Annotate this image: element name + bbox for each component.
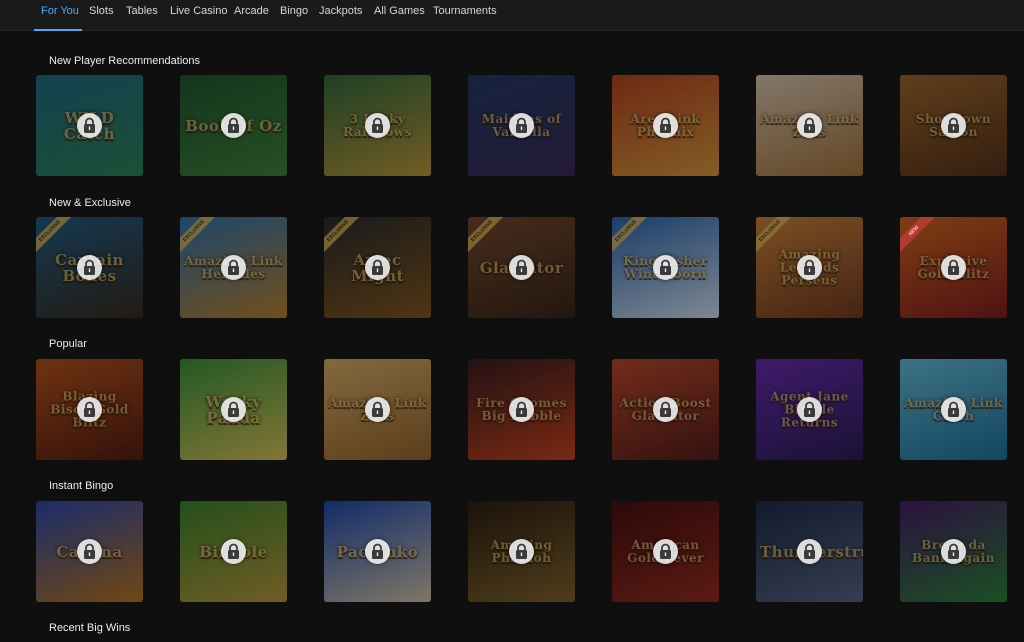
lock-icon bbox=[77, 397, 102, 422]
lock-icon bbox=[77, 113, 102, 138]
lock-icon bbox=[365, 255, 390, 280]
game-tile[interactable]: Bingole bbox=[180, 501, 287, 602]
game-tile[interactable]: Amazing Pharaoh bbox=[468, 501, 575, 602]
lock-icon bbox=[797, 255, 822, 280]
lock-icon bbox=[653, 539, 678, 564]
lock-icon bbox=[365, 113, 390, 138]
tab-jackpots[interactable]: Jackpots bbox=[319, 0, 362, 31]
lock-icon bbox=[509, 539, 534, 564]
lock-icon bbox=[653, 255, 678, 280]
lock-icon bbox=[941, 539, 966, 564]
game-tile[interactable]: Aztec MightEXCLUSIVE bbox=[324, 217, 431, 318]
lock-icon bbox=[797, 113, 822, 138]
tab-bingo[interactable]: Bingo bbox=[280, 0, 308, 31]
game-tile[interactable]: Catrina bbox=[36, 501, 143, 602]
game-tile[interactable]: Book of Oz bbox=[180, 75, 287, 176]
game-tile[interactable]: Break da Bank Again bbox=[900, 501, 1007, 602]
lock-icon bbox=[221, 255, 246, 280]
game-tile[interactable]: Maidens of Valhalla bbox=[468, 75, 575, 176]
game-tile[interactable]: Action Boost Gladiator bbox=[612, 359, 719, 460]
game-tile[interactable]: Explosive Gold BlitzNEW bbox=[900, 217, 1007, 318]
game-tile[interactable]: Amazing Link Zeus bbox=[324, 359, 431, 460]
lock-icon bbox=[941, 113, 966, 138]
section-title-new-exclusive: New & Exclusive bbox=[49, 197, 131, 209]
section-title-new-player-recommendations: New Player Recommendations bbox=[49, 55, 201, 67]
game-tile[interactable]: Amazing Link Catch bbox=[900, 359, 1007, 460]
lock-icon bbox=[509, 113, 534, 138]
tab-arcade[interactable]: Arcade bbox=[234, 0, 269, 31]
game-tile[interactable]: Wacky Panda bbox=[180, 359, 287, 460]
lock-icon bbox=[509, 255, 534, 280]
game-tile[interactable]: Amazing Link Zeus bbox=[756, 75, 863, 176]
lock-icon bbox=[77, 255, 102, 280]
section-title-popular: Popular bbox=[49, 338, 87, 350]
game-tile[interactable]: WILD Catch bbox=[36, 75, 143, 176]
game-tile[interactable]: King Fisher WinterbornEXCLUSIVE bbox=[612, 217, 719, 318]
lock-icon bbox=[221, 113, 246, 138]
tab-tables[interactable]: Tables bbox=[126, 0, 158, 31]
game-tile[interactable]: Fire Gnomes Big Bubble bbox=[468, 359, 575, 460]
game-tile[interactable]: Agent Jane Blonde Returns bbox=[756, 359, 863, 460]
game-tile[interactable]: Thunderstruck bbox=[756, 501, 863, 602]
lock-icon bbox=[653, 397, 678, 422]
game-tile[interactable]: Amazing Link HerculesEXCLUSIVE bbox=[180, 217, 287, 318]
lock-icon bbox=[797, 397, 822, 422]
game-tile[interactable]: Captain BonesEXCLUSIVE bbox=[36, 217, 143, 318]
section-title-instant-bingo: Instant Bingo bbox=[49, 480, 114, 492]
tab-slots[interactable]: Slots bbox=[89, 0, 113, 31]
tab-for-you[interactable]: For You bbox=[41, 0, 79, 31]
game-tile[interactable]: Amazing Legends PerseusEXCLUSIVE bbox=[756, 217, 863, 318]
game-tile[interactable]: Blazing Bison Gold Blitz bbox=[36, 359, 143, 460]
lock-icon bbox=[797, 539, 822, 564]
active-tab-indicator bbox=[34, 29, 82, 31]
game-tile[interactable]: GladiatorEXCLUSIVE bbox=[468, 217, 575, 318]
tab-all-games[interactable]: All Games bbox=[374, 0, 425, 31]
lock-icon bbox=[77, 539, 102, 564]
game-tile[interactable]: 3 Lucky Rainbows bbox=[324, 75, 431, 176]
lock-icon bbox=[221, 539, 246, 564]
lock-icon bbox=[509, 397, 534, 422]
game-tile[interactable]: Area Link Phoenix bbox=[612, 75, 719, 176]
lock-icon bbox=[365, 397, 390, 422]
tab-live-casino[interactable]: Live Casino bbox=[170, 0, 227, 31]
lock-icon bbox=[941, 255, 966, 280]
lock-icon bbox=[941, 397, 966, 422]
game-tile[interactable]: American Gold Fever bbox=[612, 501, 719, 602]
lock-icon bbox=[221, 397, 246, 422]
lock-icon bbox=[365, 539, 390, 564]
tab-tournaments[interactable]: Tournaments bbox=[433, 0, 497, 31]
lock-icon bbox=[653, 113, 678, 138]
game-tile[interactable]: Showdown Saloon bbox=[900, 75, 1007, 176]
section-title-recent-big-wins: Recent Big Wins bbox=[49, 622, 131, 634]
game-tile[interactable]: Pachinko bbox=[324, 501, 431, 602]
top-navigation: For You Slots Tables Live Casino Arcade … bbox=[0, 0, 1024, 31]
